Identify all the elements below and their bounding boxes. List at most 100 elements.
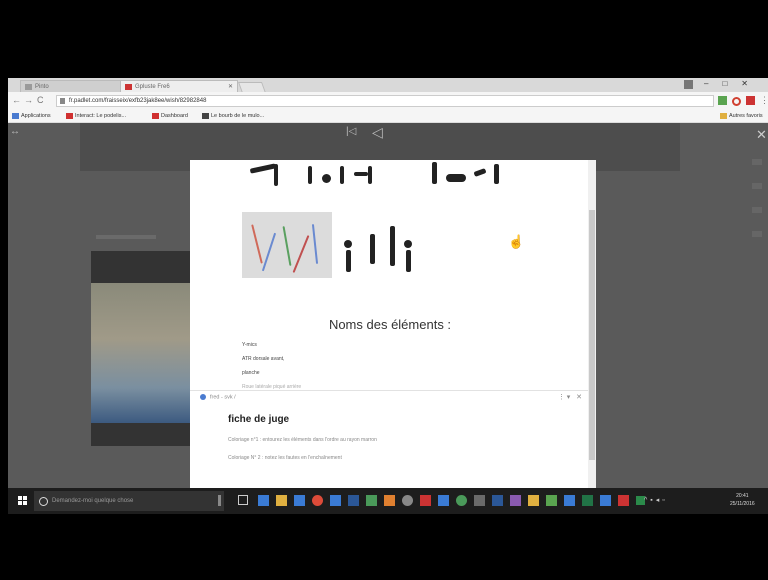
extension-icon[interactable] [718, 96, 727, 105]
tab-2[interactable]: Gpluste Fre6 ✕ [120, 80, 238, 92]
drawing-photo [242, 212, 332, 278]
clock-time: 20:41 [736, 493, 749, 499]
app-icon[interactable] [456, 495, 467, 506]
app-icon[interactable] [528, 495, 539, 506]
windows-start-icon[interactable] [18, 496, 28, 506]
apps-icon [12, 113, 19, 119]
maximize-icon[interactable]: □ [722, 79, 741, 88]
extension-icon[interactable] [746, 96, 755, 105]
cortana-icon [39, 497, 48, 506]
page-icon [25, 84, 32, 90]
app-icon[interactable] [492, 495, 503, 506]
reload-icon[interactable]: C [37, 95, 44, 105]
post-line: Coloriage n°1 : entourez les éléments da… [228, 437, 377, 443]
mic-icon[interactable] [218, 495, 221, 506]
close-window-icon[interactable]: ✕ [741, 79, 762, 88]
page-info-icon[interactable] [60, 98, 65, 104]
notification-icon[interactable]: ▫ [662, 497, 667, 504]
browser-tab-bar: Pinto ✕ Gpluste Fre6 ✕ –□✕ [8, 78, 768, 93]
sidebar-button[interactable] [752, 183, 762, 189]
extension-icon[interactable] [732, 97, 741, 106]
tab-title: Gpluste Fre6 [135, 84, 170, 90]
system-tray[interactable]: ^▪◂▫ [644, 496, 668, 504]
close-icon[interactable]: ✕ [756, 127, 767, 143]
divider [190, 390, 588, 391]
app-icon[interactable] [510, 495, 521, 506]
bookmark-label: Le bourb de le mulo... [211, 113, 265, 119]
app-icon[interactable] [564, 495, 575, 506]
section-title: Noms des éléments : [328, 317, 452, 332]
vlc-icon[interactable] [384, 495, 395, 506]
bookmark-label: Dashboard [161, 113, 188, 119]
minimize-icon[interactable]: – [704, 79, 722, 88]
search-placeholder: Demandez-moi quelque chose [52, 498, 134, 504]
taskbar-search-box[interactable]: Demandez-moi quelque chose [34, 491, 224, 511]
file-explorer-icon[interactable] [276, 495, 287, 506]
app-icon[interactable] [366, 495, 377, 506]
bookmark-label: Autres favoris [729, 113, 763, 119]
avatar [200, 394, 206, 400]
sidebar-button[interactable] [752, 159, 762, 165]
author-meta: fred - svk / [200, 394, 236, 400]
taskbar-clock[interactable]: 20:41 25/11/2016 [730, 492, 755, 508]
scroll-thumb[interactable] [589, 210, 595, 460]
bookmark-item[interactable]: Interact: Le podelis... [66, 112, 126, 120]
sidebar-button[interactable] [752, 207, 762, 213]
screen-capture: Pinto ✕ Gpluste Fre6 ✕ –□✕ ← → C fr.padl… [8, 78, 768, 514]
post-actions: ⋮ ▾ ✕ [558, 393, 582, 401]
padlet-page: ↔ |◁ ◁ ✕ ☝ Noms des éléments: Y-mics AT… [8, 123, 768, 488]
menu-icon[interactable]: ⋮ [760, 95, 768, 106]
app-icon[interactable] [402, 495, 413, 506]
task-view-icon[interactable] [238, 495, 248, 505]
app-icon[interactable] [438, 495, 449, 506]
bookmark-label: Interact: Le podelis... [75, 113, 127, 119]
app-icon[interactable] [618, 495, 629, 506]
post-line: Coloriage N° 2 : notez les fautes en l'e… [228, 455, 342, 461]
forward-arrow-icon[interactable]: → [24, 95, 33, 105]
clock-date: 25/11/2016 [730, 501, 755, 507]
tab-title: Pinto [35, 84, 49, 90]
app-icon[interactable] [600, 495, 611, 506]
address-toolbar: ← → C fr.padlet.com/fraisseix/exfb23jak8… [8, 92, 768, 110]
close-post-icon[interactable]: ✕ [576, 394, 582, 401]
post-title: fiche de juge [228, 414, 290, 425]
element-line: ATR dorsale avant, [242, 356, 285, 362]
background-post-title [96, 235, 156, 239]
background-post-image [91, 283, 199, 423]
bookmark-item[interactable]: Le bourb de le mulo... [202, 112, 264, 120]
previous-post-icon[interactable]: |◁ [346, 126, 356, 137]
app-icon[interactable] [474, 495, 485, 506]
url-field[interactable]: fr.padlet.com/fraisseix/exfb23jak8ee/wis… [56, 95, 714, 107]
app-icon[interactable] [330, 495, 341, 506]
app-icon[interactable] [348, 495, 359, 506]
edge-icon[interactable] [258, 495, 269, 506]
bookmark-applications[interactable]: Applications [12, 112, 51, 120]
user-profile-icon[interactable] [684, 80, 693, 89]
bookmarks-bar: Applications Interact: Le podelis... Das… [8, 110, 768, 123]
window-controls[interactable]: –□✕ [704, 79, 762, 88]
element-line: planche [242, 370, 260, 376]
chrome-icon[interactable] [312, 495, 323, 506]
app-icon[interactable] [546, 495, 557, 506]
app-icon[interactable] [420, 495, 431, 506]
bookmark-other[interactable]: Autres favoris [720, 112, 763, 120]
author-label: fred - svk / [210, 394, 236, 401]
bookmark-label: Applications [21, 113, 51, 119]
cursor-icon: ☝ [508, 234, 525, 249]
url-text: fr.padlet.com/fraisseix/exfb23jak8ee/wis… [69, 98, 207, 104]
post-modal: ☝ Noms des éléments : Y-mics ATR dorsale… [190, 160, 596, 488]
bookmark-icon [152, 113, 159, 119]
padlet-icon [125, 84, 132, 90]
sidebar-button[interactable] [752, 231, 762, 237]
bookmark-item[interactable]: Dashboard [152, 112, 188, 120]
excel-icon[interactable] [582, 495, 593, 506]
more-options-icon[interactable]: ⋮ ▾ [558, 394, 570, 401]
bookmark-icon [202, 113, 209, 119]
element-line: Y-mics [242, 342, 257, 348]
store-icon[interactable] [294, 495, 305, 506]
windows-taskbar: Demandez-moi quelque chose ^▪◂▫ 20:41 25/… [8, 488, 768, 514]
expand-icon[interactable]: ↔ [10, 126, 20, 137]
folder-icon [720, 113, 727, 119]
audio-icon[interactable]: ◁ [372, 124, 383, 141]
back-arrow-icon[interactable]: ← [12, 95, 21, 105]
